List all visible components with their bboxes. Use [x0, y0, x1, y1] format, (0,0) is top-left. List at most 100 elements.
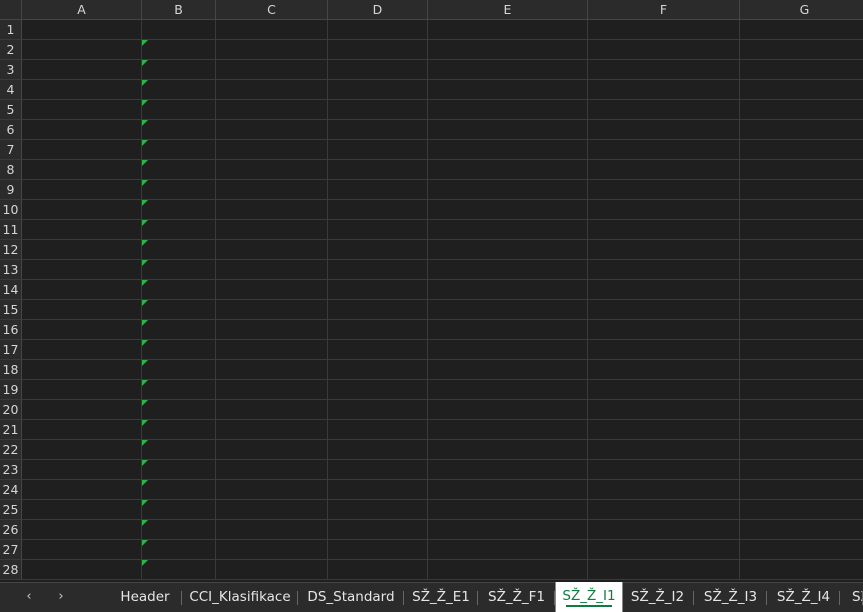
data-cell[interactable] [740, 520, 863, 540]
data-cell[interactable] [588, 480, 740, 500]
data-cell[interactable] [588, 280, 740, 300]
data-cell[interactable] [142, 500, 216, 520]
data-cell[interactable] [216, 220, 328, 240]
field-header-cell[interactable] [428, 20, 588, 40]
row-number[interactable]: 3 [0, 60, 22, 80]
data-cell[interactable] [328, 120, 428, 140]
field-header-cell[interactable] [588, 20, 740, 40]
row-number[interactable]: 17 [0, 340, 22, 360]
row-number[interactable]: 7 [0, 140, 22, 160]
data-cell[interactable] [142, 280, 216, 300]
data-cell[interactable] [22, 500, 142, 520]
data-cell[interactable] [328, 340, 428, 360]
data-cell[interactable] [428, 260, 588, 280]
row-number[interactable]: 21 [0, 420, 22, 440]
data-cell[interactable] [216, 320, 328, 340]
data-cell[interactable] [428, 220, 588, 240]
data-cell[interactable] [428, 560, 588, 580]
data-cell[interactable] [216, 400, 328, 420]
chevron-left-icon[interactable]: ‹ [22, 590, 36, 604]
row-number[interactable]: 10 [0, 200, 22, 220]
sheet-tab[interactable]: SŽ_Ž_F1 [478, 583, 555, 612]
column-header-e[interactable]: E [428, 0, 588, 20]
data-cell[interactable] [588, 220, 740, 240]
sheet-tab[interactable]: SŽ_Ž_I3 [694, 583, 767, 612]
row-number[interactable]: 22 [0, 440, 22, 460]
data-cell[interactable] [142, 540, 216, 560]
data-cell[interactable] [328, 400, 428, 420]
data-cell[interactable] [428, 40, 588, 60]
data-cell[interactable] [22, 140, 142, 160]
data-cell[interactable] [328, 200, 428, 220]
spreadsheet-grid[interactable]: A B C D E F G 1 2 3 4 5 6 7 8 9 10 11 12 13 14 15 16 17 18 19 20 21… [0, 0, 863, 582]
data-cell[interactable] [588, 440, 740, 460]
data-cell[interactable] [588, 200, 740, 220]
data-cell[interactable] [328, 500, 428, 520]
data-cell[interactable] [216, 240, 328, 260]
data-cell[interactable] [216, 360, 328, 380]
data-cell[interactable] [142, 40, 216, 60]
data-cell[interactable] [142, 60, 216, 80]
data-cell[interactable] [22, 520, 142, 540]
sheet-tab[interactable]: SŽ [840, 583, 863, 612]
data-cell[interactable] [328, 480, 428, 500]
data-cell[interactable] [428, 380, 588, 400]
data-cell[interactable] [216, 300, 328, 320]
row-number[interactable]: 2 [0, 40, 22, 60]
data-cell[interactable] [588, 300, 740, 320]
data-cell[interactable] [740, 100, 863, 120]
data-cell[interactable] [216, 420, 328, 440]
data-cell[interactable] [142, 480, 216, 500]
data-cell[interactable] [216, 80, 328, 100]
data-cell[interactable] [216, 280, 328, 300]
data-cell[interactable] [216, 60, 328, 80]
data-cell[interactable] [740, 440, 863, 460]
data-cell[interactable] [588, 80, 740, 100]
data-cell[interactable] [142, 560, 216, 580]
sheet-tab[interactable]: Header [108, 583, 182, 612]
data-cell[interactable] [428, 340, 588, 360]
field-header-cell[interactable] [328, 20, 428, 40]
data-cell[interactable] [740, 140, 863, 160]
data-cell[interactable] [428, 360, 588, 380]
data-cell[interactable] [588, 240, 740, 260]
data-cell[interactable] [588, 400, 740, 420]
data-cell[interactable] [740, 220, 863, 240]
data-cell[interactable] [22, 220, 142, 240]
data-cell[interactable] [142, 220, 216, 240]
data-cell[interactable] [216, 40, 328, 60]
data-cell[interactable] [22, 320, 142, 340]
row-number[interactable]: 18 [0, 360, 22, 380]
row-number[interactable]: 27 [0, 540, 22, 560]
data-cell[interactable] [740, 400, 863, 420]
row-number[interactable]: 28 [0, 560, 22, 580]
data-cell[interactable] [588, 380, 740, 400]
row-number[interactable]: 25 [0, 500, 22, 520]
data-cell[interactable] [142, 320, 216, 340]
data-cell[interactable] [740, 420, 863, 440]
field-header-cell[interactable] [142, 20, 216, 40]
data-cell[interactable] [328, 160, 428, 180]
row-number[interactable]: 15 [0, 300, 22, 320]
data-cell[interactable] [328, 560, 428, 580]
data-cell[interactable] [588, 140, 740, 160]
data-cell[interactable] [428, 280, 588, 300]
data-cell[interactable] [216, 100, 328, 120]
data-cell[interactable] [22, 100, 142, 120]
column-header-b[interactable]: B [142, 0, 216, 20]
data-cell[interactable] [588, 520, 740, 540]
data-cell[interactable] [328, 100, 428, 120]
data-cell[interactable] [740, 320, 863, 340]
data-cell[interactable] [328, 180, 428, 200]
data-cell[interactable] [428, 80, 588, 100]
data-cell[interactable] [328, 80, 428, 100]
data-cell[interactable] [588, 120, 740, 140]
data-cell[interactable] [428, 200, 588, 220]
data-cell[interactable] [428, 540, 588, 560]
data-cell[interactable] [588, 500, 740, 520]
data-cell[interactable] [740, 260, 863, 280]
data-cell[interactable] [740, 280, 863, 300]
data-cell[interactable] [216, 560, 328, 580]
data-cell[interactable] [142, 180, 216, 200]
row-number[interactable]: 11 [0, 220, 22, 240]
